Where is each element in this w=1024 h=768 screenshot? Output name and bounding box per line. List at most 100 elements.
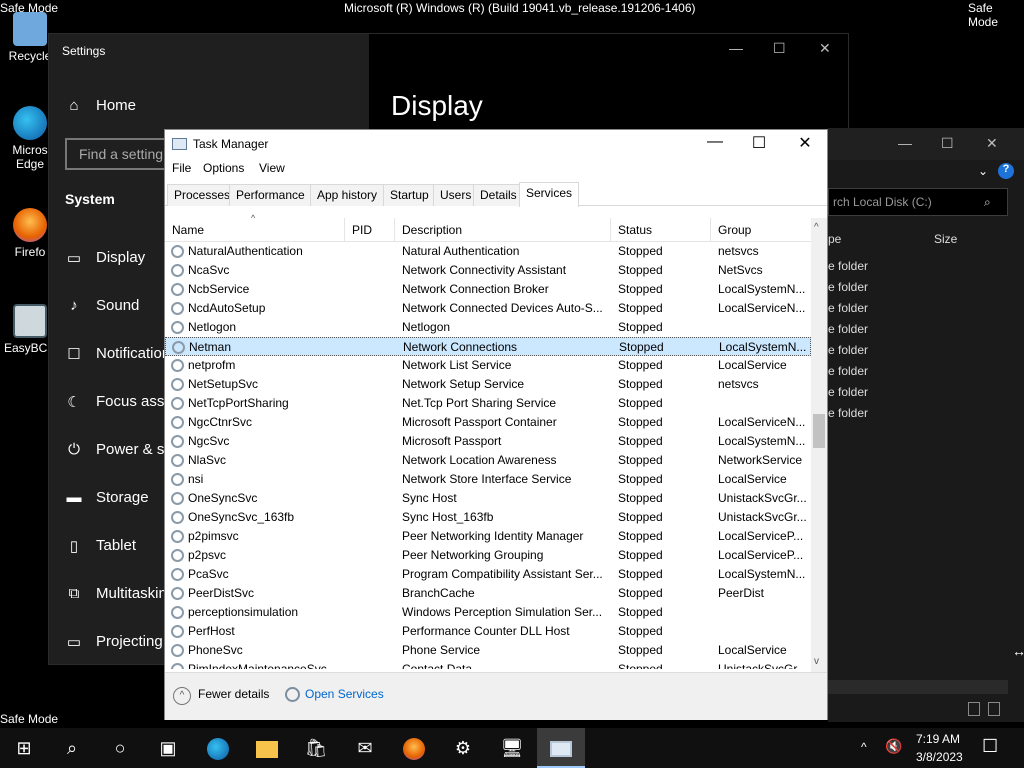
- table-row[interactable]: nsi Network Store Interface Service Stoppe…: [165, 470, 811, 489]
- menu-view[interactable]: View: [259, 161, 285, 175]
- mail-icon[interactable]: ✉: [341, 728, 389, 768]
- open-services-link[interactable]: Open Services: [305, 687, 384, 701]
- table-row[interactable]: NcdAutoSetup Network Connected Devices Au…: [165, 299, 811, 318]
- explorer-list-item[interactable]: e folder: [828, 322, 888, 336]
- tab-users[interactable]: Users: [433, 184, 479, 206]
- edge-icon: [13, 106, 47, 140]
- explorer-list-item[interactable]: e folder: [828, 343, 888, 357]
- fewer-details-link[interactable]: Fewer details: [198, 687, 269, 701]
- cell-description: Network Connected Devices Auto-S...: [402, 301, 603, 315]
- tab-processes[interactable]: Processes: [167, 184, 238, 206]
- easybcd-icon: [13, 304, 47, 338]
- table-row[interactable]: Netlogon Netlogon Stopped: [165, 318, 811, 337]
- cortana-icon[interactable]: ○: [96, 728, 144, 768]
- table-row[interactable]: netprofm Network List Service Stopped Local…: [165, 356, 811, 375]
- cell-group: LocalSystemN...: [718, 567, 806, 581]
- clock-date[interactable]: 3/8/2023: [916, 750, 963, 764]
- table-row[interactable]: NgcCtnrSvc Microsoft Passport Container St…: [165, 413, 811, 432]
- cell-description: Microsoft Passport Container: [402, 415, 557, 429]
- task-manager-window: Task Manager — ☐ ✕ File Options View Pro…: [164, 129, 828, 720]
- table-row[interactable]: NaturalAuthentication Natural Authenticat…: [165, 242, 811, 261]
- task-manager-icon[interactable]: [537, 728, 585, 768]
- search-icon[interactable]: ⌕: [48, 728, 96, 768]
- explorer-list-item[interactable]: e folder: [828, 385, 888, 399]
- services-vscrollbar[interactable]: ^ v: [811, 218, 827, 672]
- table-row[interactable]: Netman Network Connections Stopped LocalSys…: [165, 337, 811, 356]
- table-row[interactable]: OneSyncSvc Sync Host Stopped UnistackSvcGr.…: [165, 489, 811, 508]
- show-hidden-icons-chevron[interactable]: ^: [861, 740, 867, 754]
- close-icon[interactable]: ✕: [782, 133, 828, 155]
- minimize-icon[interactable]: —: [898, 135, 912, 151]
- resize-cursor-icon: ↔: [1012, 643, 1024, 659]
- explorer-column-type[interactable]: pe: [828, 232, 841, 246]
- clock-time[interactable]: 7:19 AM: [916, 732, 960, 746]
- chevron-down-icon[interactable]: ⌄: [978, 164, 988, 178]
- task-manager-titlebar[interactable]: Task Manager — ☐ ✕: [165, 130, 827, 158]
- explorer-list-item[interactable]: e folder: [828, 280, 888, 294]
- table-row[interactable]: NetSetupSvc Network Setup Service Stopped n…: [165, 375, 811, 394]
- table-row[interactable]: PhoneSvc Phone Service Stopped LocalService: [165, 641, 811, 660]
- table-row[interactable]: NgcSvc Microsoft Passport Stopped LocalSyst…: [165, 432, 811, 451]
- table-row[interactable]: perceptionsimulation Windows Perception S…: [165, 603, 811, 622]
- table-row[interactable]: p2psvc Peer Networking Grouping Stopped Loc…: [165, 546, 811, 565]
- cell-status: Stopped: [618, 301, 663, 315]
- firefox-icon[interactable]: [390, 728, 438, 768]
- close-icon[interactable]: ✕: [986, 135, 998, 152]
- explorer-list-item[interactable]: e folder: [828, 364, 888, 378]
- large-icons-view-icon[interactable]: [988, 702, 1000, 716]
- explorer-column-size[interactable]: Size: [934, 232, 957, 246]
- collapse-up-icon[interactable]: ^: [173, 687, 191, 705]
- scroll-down-icon[interactable]: v: [814, 656, 819, 667]
- close-icon[interactable]: ✕: [819, 40, 831, 57]
- cell-status: Stopped: [618, 377, 663, 391]
- column-status[interactable]: Status: [611, 218, 711, 242]
- tab-app-history[interactable]: App history: [310, 184, 385, 206]
- store-icon[interactable]: 🛍: [292, 728, 340, 768]
- table-row[interactable]: PeerDistSvc BranchCache Stopped PeerDist: [165, 584, 811, 603]
- edge-icon[interactable]: [194, 728, 242, 768]
- help-icon[interactable]: ?: [998, 163, 1014, 179]
- scroll-up-icon[interactable]: ^: [814, 222, 819, 233]
- column-name[interactable]: Name: [165, 218, 345, 242]
- tab-details[interactable]: Details: [473, 184, 524, 206]
- tab-services[interactable]: Services: [519, 182, 580, 207]
- explorer-list-item[interactable]: e folder: [828, 259, 888, 273]
- table-row[interactable]: NetTcpPortSharing Net.Tcp Port Sharing Se…: [165, 394, 811, 413]
- volume-muted-icon[interactable]: 🔇: [885, 738, 902, 755]
- explorer-hscrollbar[interactable]: [828, 680, 1008, 694]
- table-row[interactable]: PerfHost Performance Counter DLL Host Stop…: [165, 622, 811, 641]
- minimize-icon[interactable]: —: [729, 40, 743, 56]
- table-row[interactable]: OneSyncSvc_163fb Sync Host_163fb Stopped Un…: [165, 508, 811, 527]
- table-row[interactable]: p2pimsvc Peer Networking Identity Manager…: [165, 527, 811, 546]
- explorer-search-input[interactable]: rch Local Disk (C:): [828, 188, 1008, 216]
- table-row[interactable]: NcbService Network Connection Broker Stopp…: [165, 280, 811, 299]
- table-row[interactable]: NcaSvc Network Connectivity Assistant Stop…: [165, 261, 811, 280]
- menu-file[interactable]: File: [172, 161, 191, 175]
- minimize-icon[interactable]: —: [692, 133, 738, 155]
- column-pid[interactable]: PID: [345, 218, 395, 242]
- remote-desktop-icon[interactable]: 🖥: [488, 728, 536, 768]
- settings-icon[interactable]: ⚙: [439, 728, 487, 768]
- column-description[interactable]: Description: [395, 218, 611, 242]
- table-row[interactable]: NlaSvc Network Location Awareness Stopped N…: [165, 451, 811, 470]
- action-center-icon[interactable]: ☐: [982, 736, 998, 757]
- details-view-icon[interactable]: [968, 702, 980, 716]
- table-row[interactable]: PcaSvc Program Compatibility Assistant Se…: [165, 565, 811, 584]
- explorer-list-item[interactable]: e folder: [828, 406, 888, 420]
- windows-start-icon[interactable]: ⊞: [0, 728, 48, 768]
- scrollbar-thumb[interactable]: [813, 414, 825, 448]
- settings-home[interactable]: ⌂ Home: [49, 86, 369, 126]
- service-gear-icon: [171, 644, 184, 657]
- tab-startup[interactable]: Startup: [383, 184, 436, 206]
- maximize-icon[interactable]: ☐: [773, 40, 786, 57]
- column-group[interactable]: Group: [711, 218, 811, 242]
- maximize-icon[interactable]: ☐: [736, 133, 782, 155]
- maximize-icon[interactable]: ☐: [941, 135, 954, 152]
- services-list: NaturalAuthentication Natural Authenticat…: [165, 242, 811, 669]
- table-row[interactable]: PimIndexMaintenanceSvc Contact Data Stoppe…: [165, 660, 811, 669]
- menu-options[interactable]: Options: [203, 161, 244, 175]
- tab-performance[interactable]: Performance: [229, 184, 312, 206]
- task-view-icon[interactable]: ▣: [144, 728, 192, 768]
- explorer-list-item[interactable]: e folder: [828, 301, 888, 315]
- file-explorer-icon[interactable]: [243, 728, 291, 768]
